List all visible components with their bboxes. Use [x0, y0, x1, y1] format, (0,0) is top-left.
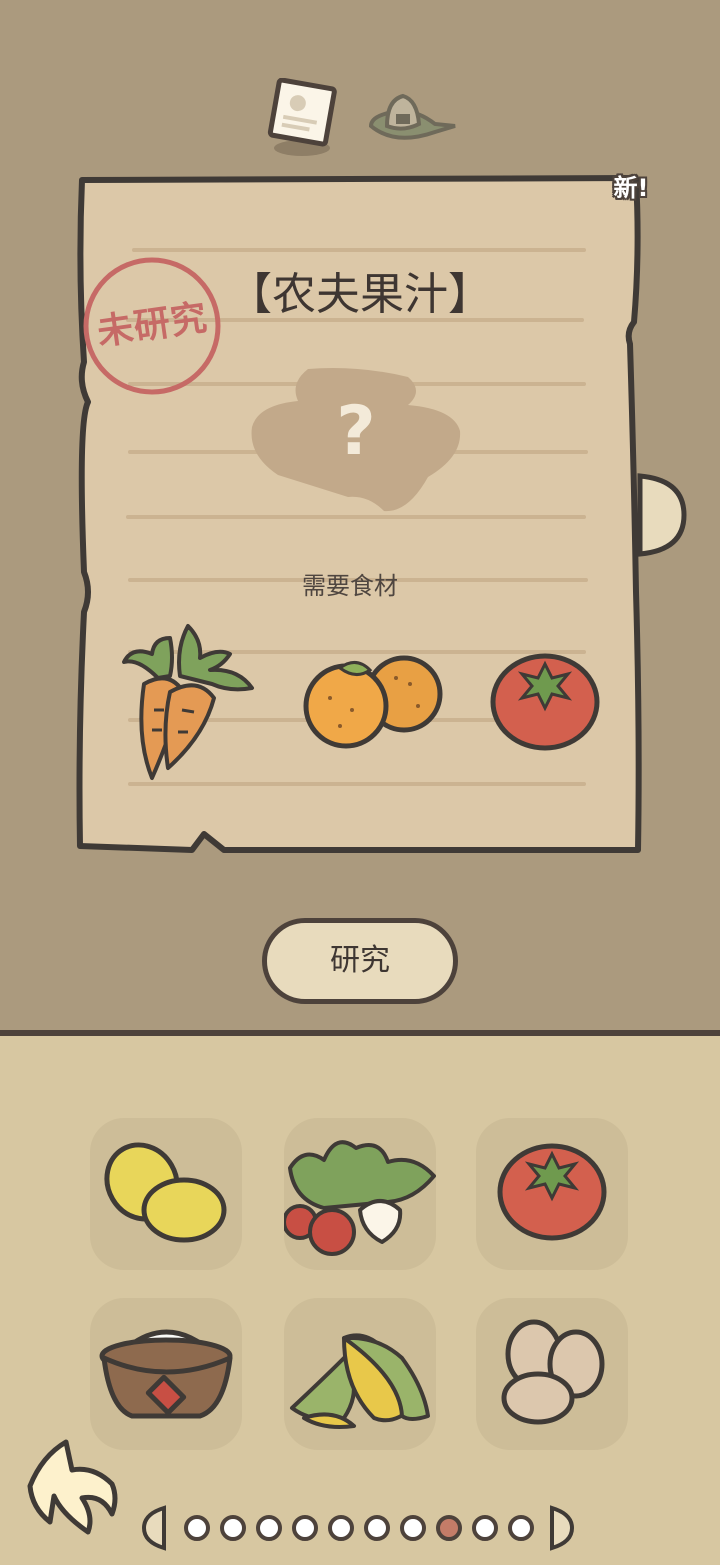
flour-bowl-icon	[99, 1329, 233, 1419]
side-tab-icon	[637, 473, 687, 557]
back-button[interactable]	[22, 1436, 122, 1536]
page-dot[interactable]	[292, 1515, 318, 1541]
tab-recipe[interactable]	[262, 77, 342, 160]
back-arrow-icon	[27, 1439, 118, 1535]
inventory-slot-tomato[interactable]	[476, 1118, 628, 1270]
recipe-card-icon	[267, 77, 337, 156]
page-dot[interactable]	[364, 1515, 390, 1541]
page-right-icon[interactable]	[548, 1504, 576, 1552]
orange-icon	[303, 655, 443, 749]
inventory-slot-flour[interactable]	[90, 1298, 242, 1450]
inventory-slot-corn[interactable]	[284, 1298, 436, 1450]
inventory-slot-eggs[interactable]	[476, 1298, 628, 1450]
page-dot[interactable]	[472, 1515, 498, 1541]
tomato-icon	[497, 1143, 607, 1241]
inventory-slot-radish[interactable]	[284, 1118, 436, 1270]
lemon-icon	[104, 1142, 227, 1243]
recipe-title: 【农夫果汁】	[228, 269, 492, 320]
inventory-slot-lemon[interactable]	[90, 1118, 242, 1270]
tab-food[interactable]	[365, 88, 460, 150]
ingredient-carrot	[118, 618, 258, 788]
eggs-icon	[501, 1319, 605, 1425]
required-ingredients-label: 需要食材	[302, 572, 398, 600]
ingredient-orange	[300, 648, 445, 753]
tomato-icon	[490, 653, 600, 751]
page-dot[interactable]	[220, 1515, 246, 1541]
page-left-icon[interactable]	[140, 1504, 168, 1552]
page-dot[interactable]	[256, 1515, 282, 1541]
research-button[interactable]: 研究	[262, 918, 458, 1004]
rice-ball-icon	[368, 93, 456, 140]
unknown-mark: ?	[336, 392, 376, 471]
pagination	[140, 1500, 580, 1556]
page-dot-active[interactable]	[436, 1515, 462, 1541]
page-dot[interactable]	[184, 1515, 210, 1541]
ingredient-tomato	[488, 650, 603, 752]
page-dot[interactable]	[508, 1515, 534, 1541]
radish-icon	[284, 1140, 436, 1256]
page-dot[interactable]	[328, 1515, 354, 1541]
carrot-icon	[122, 624, 254, 780]
corn-icon	[290, 1333, 430, 1429]
new-badge: 新!	[613, 174, 649, 202]
page-dot[interactable]	[400, 1515, 426, 1541]
next-recipe-tab[interactable]	[636, 470, 688, 560]
